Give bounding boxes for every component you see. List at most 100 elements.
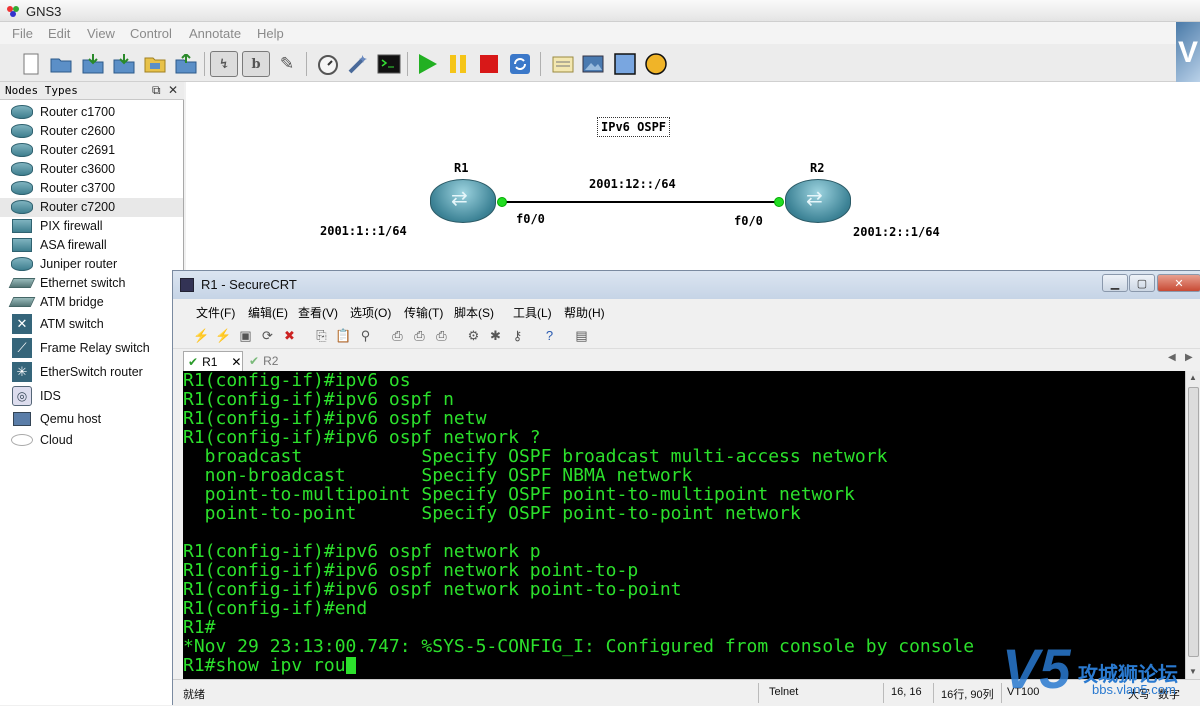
crt-menu-view[interactable]: 查看(V): [298, 304, 338, 321]
node-type-juniper-router[interactable]: Juniper router: [0, 255, 183, 274]
close-button[interactable]: ✕: [1157, 274, 1200, 292]
copy-icon[interactable]: ⎘: [313, 327, 330, 344]
rectangle-icon[interactable]: [612, 51, 638, 77]
node-type-atm-switch[interactable]: ✕ ATM switch: [0, 314, 183, 334]
node-type-cloud[interactable]: Cloud: [0, 431, 183, 450]
node-type-router-c3600[interactable]: Router c3600: [0, 160, 183, 179]
menu-help[interactable]: Help: [257, 26, 284, 41]
global-options-icon[interactable]: ✱: [487, 327, 504, 344]
key-icon[interactable]: ⚷: [509, 327, 526, 344]
toolbar-separator: [306, 52, 307, 76]
stopwatch-icon[interactable]: [315, 51, 341, 77]
suspend-icon[interactable]: [445, 51, 471, 77]
ellipse-icon[interactable]: [643, 51, 669, 77]
reconnect-icon[interactable]: ⟳: [259, 327, 276, 344]
crt-menu-file[interactable]: 文件(F): [196, 304, 235, 321]
crt-menu-script[interactable]: 脚本(S): [454, 304, 494, 321]
add-link-icon[interactable]: ✎: [274, 51, 300, 77]
node-label: EtherSwitch router: [40, 365, 143, 379]
status-cursor: 16, 16: [891, 686, 922, 698]
node-type-ids[interactable]: ◎ IDS: [0, 386, 183, 406]
node-type-router-c2691[interactable]: Router c2691: [0, 141, 183, 160]
crt-menu-edit[interactable]: 编辑(E): [248, 304, 288, 321]
firewall-icon: [12, 238, 32, 252]
link-r1-r2[interactable]: [504, 201, 781, 203]
node-type-pix-firewall[interactable]: PIX firewall: [0, 217, 183, 236]
keymap-icon[interactable]: ▤: [573, 327, 590, 344]
save-as-icon[interactable]: [111, 51, 137, 77]
menu-view[interactable]: View: [87, 26, 115, 41]
router-icon: [11, 200, 33, 214]
show-hostnames-icon[interactable]: ↯: [210, 51, 238, 77]
session-options-icon[interactable]: ⚙: [465, 327, 482, 344]
crt-menu-transfer[interactable]: 传输(T): [404, 304, 443, 321]
connected-check-icon: ✔: [249, 354, 260, 368]
atm-switch-icon: ✕: [12, 314, 32, 334]
terminal-cursor: [345, 657, 356, 674]
scrollbar-thumb[interactable]: [1188, 387, 1199, 657]
stop-icon[interactable]: [476, 51, 502, 77]
node-type-ethernet-switch[interactable]: Ethernet switch: [0, 274, 183, 293]
export-icon[interactable]: [173, 51, 199, 77]
tab-scroll-right-icon[interactable]: ▶: [1185, 352, 1193, 363]
minimize-button[interactable]: ▁: [1102, 274, 1128, 292]
topology-note[interactable]: IPv6 OSPF: [597, 117, 671, 137]
node-type-router-c3700[interactable]: Router c3700: [0, 179, 183, 198]
start-icon[interactable]: [414, 51, 440, 77]
tab-r2[interactable]: ✔ R2: [249, 351, 289, 371]
printer-icon[interactable]: ⎙: [433, 327, 450, 344]
node-type-etherswitch-router[interactable]: ✳ EtherSwitch router: [0, 362, 183, 382]
node-type-atm-bridge[interactable]: ATM bridge: [0, 293, 183, 312]
tab-r1[interactable]: ✔ R1 ✕: [183, 351, 243, 371]
open-project-icon[interactable]: [142, 51, 168, 77]
help-icon[interactable]: ?: [541, 327, 558, 344]
status-ready: 就绪: [183, 689, 205, 701]
topology-canvas[interactable]: IPv6 OSPF R1 R2 2001:12::/64 f0/0 f0/0 2…: [186, 82, 1200, 272]
maximize-button[interactable]: ▢: [1129, 274, 1155, 292]
r1-address-label: 2001:1::1/64: [320, 224, 407, 238]
router-icon: [11, 162, 33, 176]
crt-menu-tools[interactable]: 工具(L): [513, 304, 552, 321]
console-icon[interactable]: [376, 51, 402, 77]
print-icon[interactable]: ⎙: [389, 327, 406, 344]
connect-tab-icon[interactable]: ▣: [237, 327, 254, 344]
menu-annotate[interactable]: Annotate: [189, 26, 241, 41]
tab-scroll-left-icon[interactable]: ◀: [1168, 352, 1176, 363]
connect-icon[interactable]: ⚡: [193, 327, 210, 344]
node-type-frame-relay-switch[interactable]: ⟋ Frame Relay switch: [0, 338, 183, 358]
scroll-up-icon[interactable]: ▲: [1189, 373, 1197, 382]
node-type-qemu-host[interactable]: Qemu host: [0, 410, 183, 429]
quick-connect-icon[interactable]: ⚡: [215, 327, 232, 344]
router-icon: [11, 105, 33, 119]
menu-edit[interactable]: Edit: [48, 26, 70, 41]
wand-icon[interactable]: [345, 51, 371, 77]
router-r2[interactable]: [785, 179, 851, 223]
paste-icon[interactable]: 📋: [335, 327, 352, 344]
crt-menu-help[interactable]: 帮助(H): [564, 304, 605, 321]
new-file-icon[interactable]: [18, 51, 44, 77]
reload-icon[interactable]: [507, 51, 533, 77]
find-icon[interactable]: ⚲: [357, 327, 374, 344]
terminal-line: point-to-point Specify OSPF point-to-poi…: [183, 503, 801, 524]
node-type-router-c2600[interactable]: Router c2600: [0, 122, 183, 141]
crt-menu-options[interactable]: 选项(O): [350, 304, 391, 321]
print-setup-icon[interactable]: ⎙: [411, 327, 428, 344]
node-label: Router c7200: [40, 200, 116, 214]
show-interface-labels-icon[interactable]: b: [242, 51, 270, 77]
note-icon[interactable]: [550, 51, 576, 77]
switch-icon: [8, 278, 36, 288]
close-tab-icon[interactable]: ✕: [231, 355, 241, 369]
save-icon[interactable]: [80, 51, 106, 77]
node-type-asa-firewall[interactable]: ASA firewall: [0, 236, 183, 255]
status-separator: [883, 683, 884, 703]
float-panel-icon[interactable]: ⧉: [152, 83, 161, 98]
router-r1[interactable]: [430, 179, 496, 223]
node-type-router-c1700[interactable]: Router c1700: [0, 103, 183, 122]
menu-file[interactable]: File: [12, 26, 33, 41]
menu-control[interactable]: Control: [130, 26, 172, 41]
close-panel-icon[interactable]: ✕: [168, 83, 178, 97]
node-type-router-c7200[interactable]: Router c7200: [0, 198, 183, 217]
screenshot-icon[interactable]: [580, 51, 606, 77]
open-folder-icon[interactable]: [48, 51, 74, 77]
disconnect-icon[interactable]: ✖: [281, 327, 298, 344]
